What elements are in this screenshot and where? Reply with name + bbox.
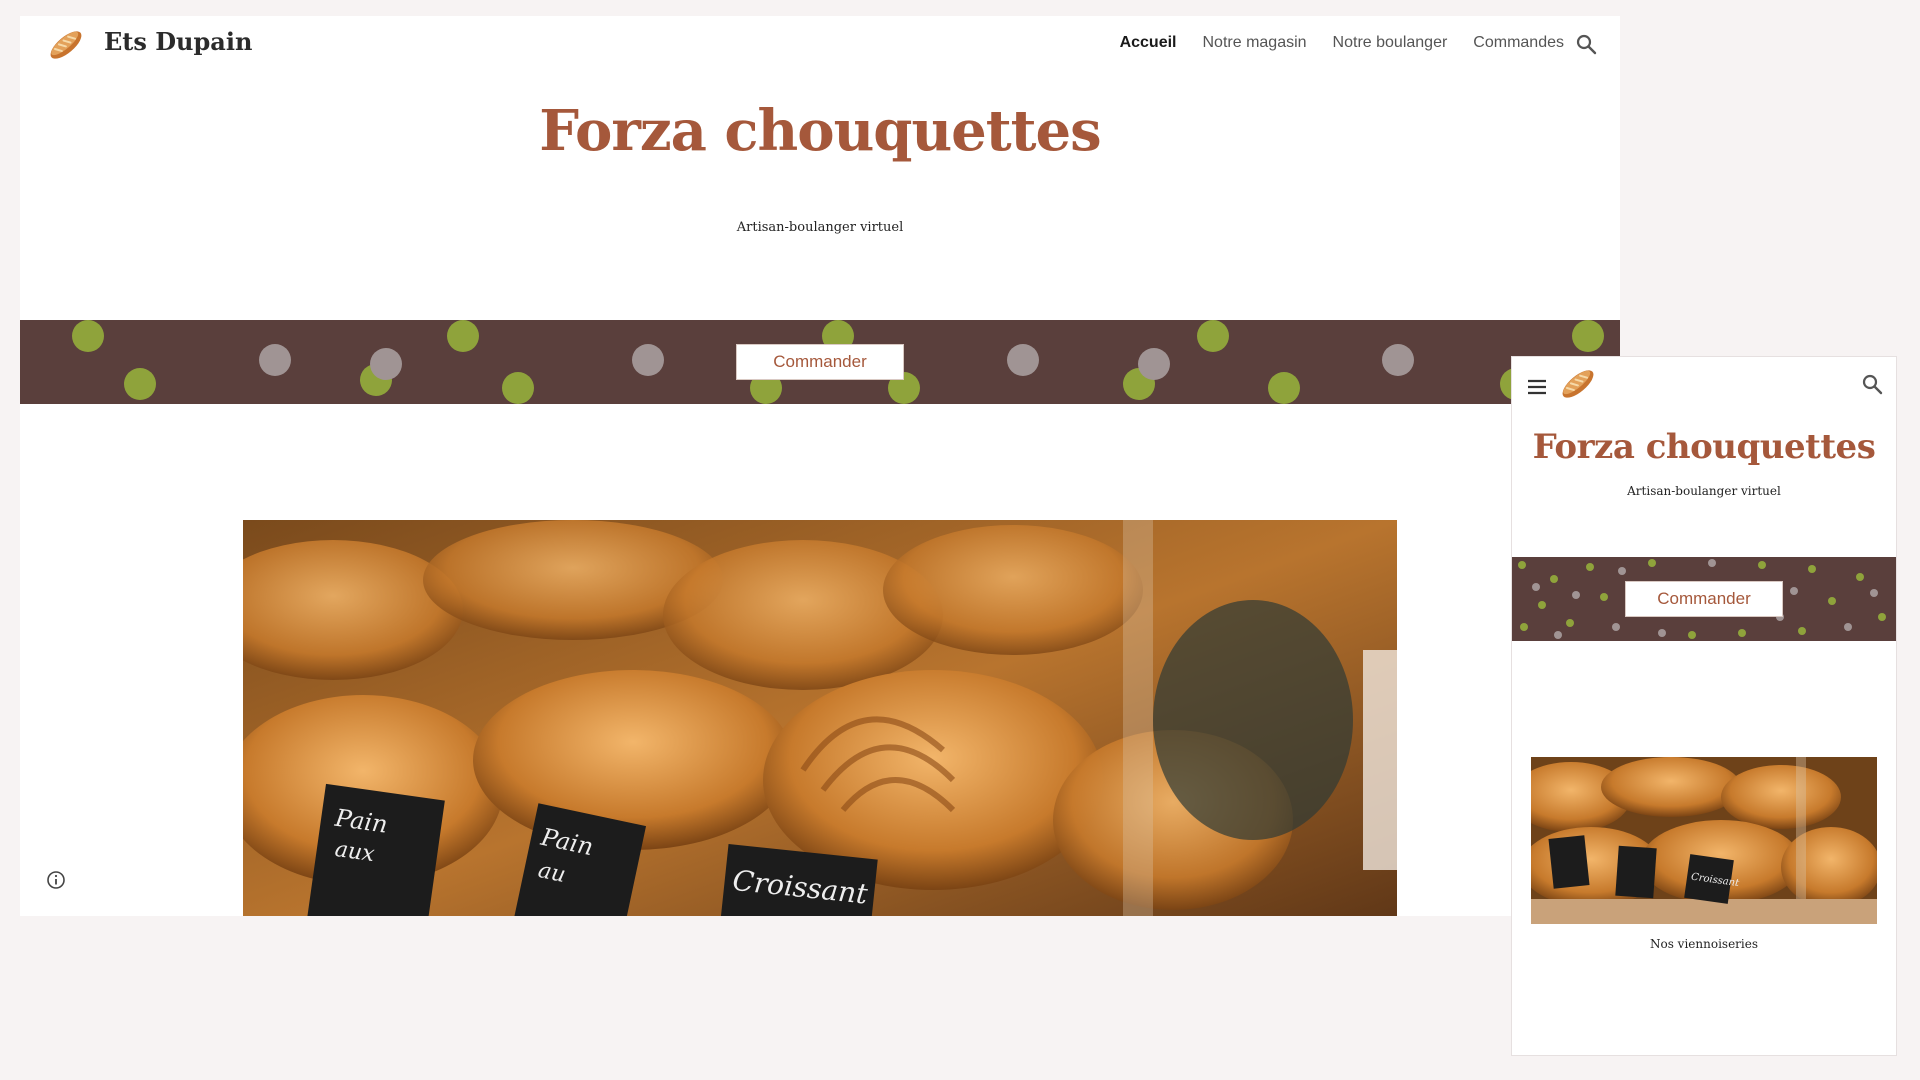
desktop-preview: Ets Dupain Accueil Notre magasin Notre b… — [20, 16, 1620, 916]
commander-button[interactable]: Commander — [736, 344, 904, 380]
banner-dot — [1382, 344, 1414, 376]
nav-item-accueil[interactable]: Accueil — [1120, 34, 1177, 52]
viennoiseries-photo: Pain aux Pain au Croissant — [243, 520, 1397, 916]
mobile-preview: Forza chouquettes Artisan-boulanger virt… — [1511, 356, 1897, 1056]
baguette-icon[interactable] — [46, 25, 86, 65]
site-title[interactable]: Ets Dupain — [104, 27, 252, 56]
banner-dot — [1268, 372, 1300, 404]
banner-dot — [447, 320, 479, 352]
banner-dot — [502, 372, 534, 404]
order-banner: Commander — [1512, 557, 1896, 641]
banner-dot — [1138, 348, 1170, 380]
site-header: Ets Dupain Accueil Notre magasin Notre b… — [20, 16, 1620, 74]
hamburger-menu-icon[interactable] — [1524, 374, 1550, 400]
search-icon[interactable] — [1574, 32, 1598, 56]
banner-dot — [72, 320, 104, 352]
pastry-display-image: Croissant — [1531, 757, 1877, 924]
nav-item-notre-boulanger[interactable]: Notre boulanger — [1333, 34, 1448, 52]
banner-dot — [1007, 344, 1039, 376]
banner-dot — [124, 368, 156, 400]
banner-dot — [1197, 320, 1229, 352]
banner-dot — [632, 344, 664, 376]
commander-button[interactable]: Commander — [1625, 581, 1783, 617]
order-banner: Commander — [20, 320, 1620, 404]
banner-dot — [259, 344, 291, 376]
nav-item-commandes[interactable]: Commandes — [1473, 34, 1564, 52]
hero-title: Forza chouquettes — [539, 98, 1101, 164]
hero-subtitle: Artisan-boulanger virtuel — [736, 220, 904, 235]
banner-dot — [1572, 320, 1604, 352]
main-nav: Accueil Notre magasin Notre boulanger Co… — [1120, 34, 1564, 52]
hero-title: Forza chouquettes — [1532, 427, 1876, 467]
search-icon[interactable] — [1860, 372, 1884, 396]
banner-dot — [370, 348, 402, 380]
baguette-icon[interactable] — [1558, 364, 1598, 404]
viennoiseries-photo: Croissant — [1531, 757, 1877, 924]
nav-item-notre-magasin[interactable]: Notre magasin — [1203, 34, 1307, 52]
info-icon[interactable] — [46, 870, 66, 890]
photo-caption: Nos viennoiseries — [1649, 937, 1759, 951]
hero-subtitle: Artisan-boulanger virtuel — [1627, 484, 1781, 498]
pastry-display-image: Pain aux Pain au Croissant — [243, 520, 1397, 916]
